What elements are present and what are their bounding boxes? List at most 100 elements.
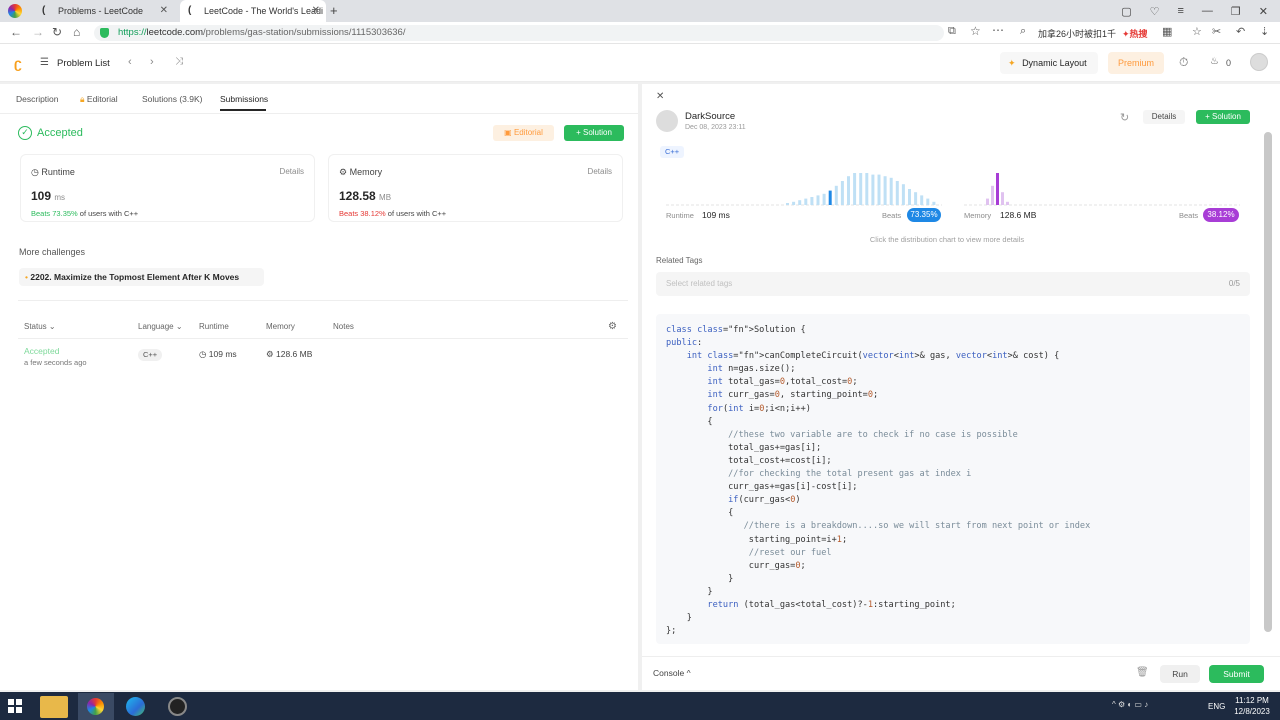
avatar[interactable]	[1250, 53, 1268, 71]
tab-editorial[interactable]: 🔒︎ Editorial	[80, 94, 118, 105]
active-tab-underline	[220, 109, 266, 111]
shuffle-icon[interactable]: ⤨	[175, 56, 183, 67]
apps-icon[interactable]: ▦	[1162, 25, 1172, 38]
maximize-icon[interactable]: ❐	[1231, 5, 1241, 18]
tab-description[interactable]: Description	[16, 94, 59, 104]
related-tags-input[interactable]: Select related tags 0/5	[656, 272, 1250, 296]
leetcode-favicon-icon: (	[188, 5, 192, 16]
chart-bar	[786, 203, 789, 205]
challenge-title: 2202. Maximize the Topmost Element After…	[30, 272, 240, 282]
minimize-icon[interactable]: —	[1202, 5, 1213, 17]
tab-solutions[interactable]: Solutions (3.9K)	[142, 94, 202, 104]
settings-gear-icon[interactable]: ⚙	[608, 321, 617, 332]
new-tab-icon[interactable]: +	[330, 3, 338, 18]
edge-icon[interactable]	[126, 697, 145, 716]
hot-search-text[interactable]: 加拿26小时被扣1千	[1038, 27, 1116, 40]
code-line: //these two variable are to check if no …	[728, 429, 1018, 440]
code-line: int curr_gas=0, starting_point=0;	[707, 390, 879, 401]
prev-problem-icon[interactable]: ‹	[128, 56, 132, 68]
submit-button[interactable]: Submit	[1209, 665, 1264, 683]
browser-tab-problems[interactable]: ( Problems - LeetCode ✕	[34, 0, 174, 22]
runtime-chart-svg	[666, 173, 942, 206]
code-block[interactable]: class class="fn">Solution {public: int c…	[656, 314, 1250, 644]
code-line: int total_gas=0,total_cost=0;	[707, 377, 858, 388]
streak-fire-icon[interactable]: ♨	[1210, 56, 1219, 67]
lock-icon: 🔒︎	[80, 94, 85, 104]
browser-tab-submission[interactable]: ( LeetCode - The World's Leadi ✕	[180, 0, 326, 22]
memory-card[interactable]: ⚙ Memory Details 128.58 MB Beats 38.12% …	[328, 154, 623, 222]
problem-list-link[interactable]: Problem List	[57, 58, 110, 69]
runtime-label: Runtime	[41, 167, 75, 177]
extension-icon[interactable]: ✂	[1212, 25, 1221, 38]
forward-icon[interactable]: →	[32, 25, 44, 39]
undo-icon[interactable]: ↶	[1236, 25, 1245, 38]
language-column-header[interactable]: Language ⌄	[138, 322, 183, 331]
close-icon[interactable]: ✕	[656, 91, 664, 102]
clock-time[interactable]: 11:12 PM	[1234, 696, 1270, 705]
memory-distribution-chart[interactable]	[964, 166, 1240, 206]
reload-icon[interactable]: ↻	[52, 25, 62, 39]
downloads-icon[interactable]: ⇣	[1260, 25, 1269, 38]
table-row[interactable]: Accepted a few seconds ago C++ ◷ 109 ms …	[0, 340, 638, 370]
editorial-button[interactable]: ▣ Editorial	[493, 125, 554, 141]
obs-icon[interactable]	[168, 697, 187, 716]
premium-button[interactable]: Premium	[1108, 52, 1164, 74]
close-tab-icon[interactable]: ✕	[312, 5, 320, 16]
code-line: }	[666, 613, 692, 624]
chart-bar	[920, 195, 924, 205]
row-status[interactable]: Accepted	[24, 346, 59, 356]
runtime-card[interactable]: ◷ Runtime Details 109 ms Beats 73.35% of…	[20, 154, 315, 222]
language-indicator[interactable]: ENG	[1208, 702, 1225, 711]
console-toggle[interactable]: Console ^	[653, 668, 691, 678]
back-icon[interactable]: ←	[10, 25, 22, 39]
timer-icon[interactable]: ⏱	[1179, 55, 1188, 70]
star-icon[interactable]: ☆	[970, 24, 981, 38]
chart-bar	[798, 200, 802, 205]
url-input[interactable]: https://leetcode.com/problems/gas-statio…	[94, 25, 944, 41]
more-icon[interactable]: ⋯	[992, 23, 1004, 37]
status-column-header[interactable]: Status ⌄	[24, 322, 56, 331]
details-button[interactable]: Details	[1143, 110, 1185, 124]
chart-bar	[895, 181, 899, 205]
shirt-icon[interactable]: ♡	[1150, 5, 1160, 18]
home-icon[interactable]: ⌂	[73, 25, 80, 39]
close-window-icon[interactable]: ✕	[1259, 5, 1268, 18]
refresh-icon[interactable]: ↻	[1120, 111, 1129, 124]
leetcode-logo-icon[interactable]: ʗ	[14, 55, 22, 71]
translate-icon[interactable]: ⧉	[948, 25, 956, 38]
row-runtime: ◷ 109 ms	[199, 349, 237, 360]
badge-icon[interactable]: ▢	[1121, 5, 1131, 18]
avatar[interactable]	[656, 110, 678, 132]
scrollbar[interactable]	[1264, 132, 1272, 632]
memory-value: 128.6 MB	[1000, 210, 1037, 220]
tab-submissions[interactable]: Submissions	[220, 94, 268, 104]
chevron-down-icon: ⌄	[48, 322, 56, 331]
file-explorer-icon[interactable]	[40, 696, 68, 718]
windows-start-icon[interactable]	[8, 699, 22, 713]
memory-title: ⚙ Memory	[339, 167, 382, 178]
hot-search-badge[interactable]: ✦热搜	[1122, 27, 1148, 40]
runtime-distribution-chart[interactable]	[666, 166, 942, 206]
username[interactable]: DarkSource	[685, 111, 735, 122]
code-line: total_cost+=cost[i];	[666, 455, 832, 466]
menu-icon[interactable]: ≡	[1177, 5, 1183, 17]
solution-button[interactable]: + Solution	[1196, 110, 1250, 124]
runtime-details-link[interactable]: Details	[280, 167, 304, 176]
runtime-beats: Beats 73.35% of users with C++	[31, 209, 138, 218]
trash-icon[interactable]: 🗑︎	[1136, 667, 1149, 678]
clock-date[interactable]: 12/8/2023	[1232, 707, 1272, 716]
close-tab-icon[interactable]: ✕	[160, 5, 168, 16]
run-button[interactable]: Run	[1160, 665, 1200, 683]
tray-icons[interactable]: ^ ⚙ ◐ ▭ ♪	[1112, 700, 1148, 709]
memory-details-link[interactable]: Details	[588, 167, 612, 176]
dynamic-layout-button[interactable]: ✦ Dynamic Layout	[1000, 52, 1098, 74]
solution-label: Solution	[1211, 112, 1241, 121]
favorites-icon[interactable]: ☆	[1192, 25, 1202, 38]
solution-button[interactable]: + Solution	[564, 125, 624, 141]
chart-bar	[986, 198, 989, 205]
code-line: }	[666, 586, 713, 597]
search-icon[interactable]: ⌕	[1020, 25, 1026, 38]
challenge-chip[interactable]: • 2202. Maximize the Topmost Element Aft…	[19, 268, 264, 286]
taskbar-active-app[interactable]	[78, 693, 114, 720]
next-problem-icon[interactable]: ›	[150, 56, 154, 68]
